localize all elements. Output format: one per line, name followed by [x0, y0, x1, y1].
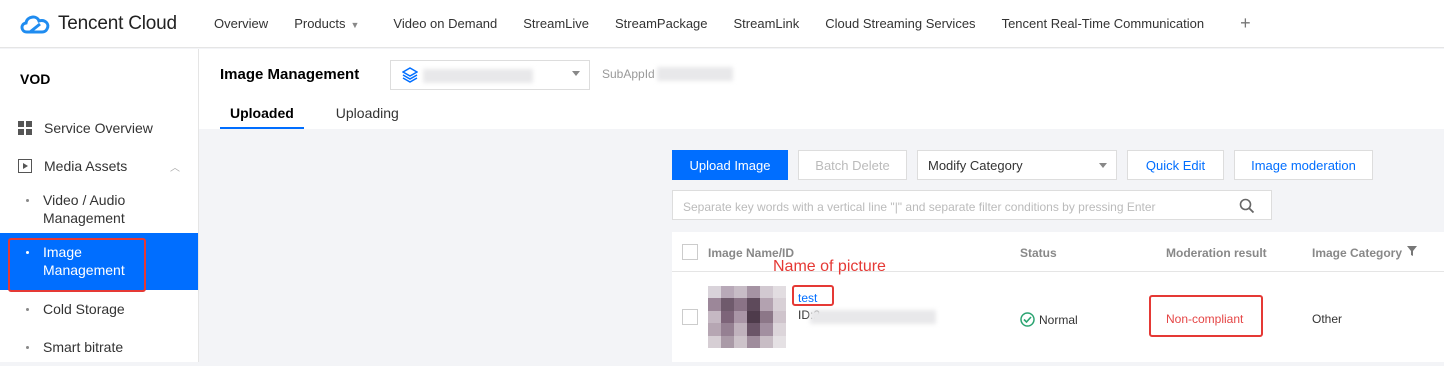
annotation-name-of-picture: Name of picture: [773, 258, 886, 275]
sidebar-item-label: Service Overview: [44, 120, 153, 136]
check-circle-icon: [1020, 312, 1035, 327]
sidebar-subitem-label: Smart bitrate: [43, 339, 124, 355]
image-category: Other: [1312, 312, 1343, 326]
layers-icon: [402, 67, 418, 83]
sidebar-subitem-smart-bitrate[interactable]: Smart bitrate: [0, 328, 198, 366]
bullet-icon: [26, 346, 29, 349]
search-placeholder: Separate key words with a vertical line …: [683, 200, 1156, 214]
tab-uploading[interactable]: Uploading: [326, 105, 409, 129]
sidebar-subitem-label-2: Management: [43, 210, 125, 226]
blurred-image-id: [810, 310, 936, 324]
batch-delete-button[interactable]: Batch Delete: [798, 150, 907, 180]
caret-down-icon: [572, 71, 580, 76]
caret-down-icon: [1099, 163, 1107, 168]
nav-streamlink[interactable]: StreamLink: [734, 16, 800, 31]
column-header-status: Status: [1020, 246, 1057, 260]
nav-products[interactable]: Products ▼: [294, 16, 359, 31]
top-nav: Overview Products ▼ Video on Demand Strea…: [214, 13, 1251, 34]
column-header-moderation: Moderation result: [1166, 246, 1267, 260]
highlight-box-name: [792, 285, 834, 306]
blurred-subappid: [657, 67, 733, 81]
modify-category-select[interactable]: Modify Category: [917, 150, 1117, 180]
sidebar-title: VOD: [20, 71, 51, 87]
toolbar: Upload Image Batch Delete Modify Categor…: [672, 150, 1383, 180]
nav-streamlive[interactable]: StreamLive: [523, 16, 589, 31]
top-navigation-bar: Tencent Cloud Overview Products ▼ Video o…: [0, 0, 1444, 48]
sidebar-subitem-label: Cold Storage: [43, 301, 125, 317]
highlight-box-sidebar: [8, 238, 146, 292]
nav-overview[interactable]: Overview: [214, 16, 268, 31]
page-header: Image Management SubAppId Uploaded Uploa…: [199, 49, 1444, 129]
subappid-label: SubAppId: [602, 67, 655, 81]
sidebar-subitem-video-audio[interactable]: Video / Audio Management: [0, 185, 198, 226]
modify-category-label: Modify Category: [928, 158, 1023, 173]
nav-cloud-streaming-services[interactable]: Cloud Streaming Services: [825, 16, 975, 31]
app-select[interactable]: [390, 60, 590, 90]
cloud-logo-icon: [20, 15, 50, 33]
select-all-checkbox[interactable]: [682, 244, 698, 260]
filter-icon[interactable]: [1407, 246, 1417, 256]
nav-streampackage[interactable]: StreamPackage: [615, 16, 708, 31]
nav-video-on-demand[interactable]: Video on Demand: [393, 16, 497, 31]
chevron-up-icon: ︿: [170, 162, 180, 174]
sidebar-subitem-label: Video / Audio: [43, 192, 126, 208]
status-text: Normal: [1039, 312, 1078, 327]
image-thumbnail[interactable]: [708, 286, 786, 348]
sidebar: VOD Service Overview Media Assets ︿ Vide…: [0, 49, 199, 362]
play-box-icon: [18, 159, 32, 173]
sidebar-item-service-overview[interactable]: Service Overview: [0, 109, 198, 147]
search-icon[interactable]: [1239, 198, 1255, 214]
status-cell: Normal: [1020, 312, 1078, 327]
tencent-cloud-logo[interactable]: Tencent Cloud: [18, 12, 200, 36]
column-header-category: Image Category: [1312, 246, 1403, 260]
row-checkbox[interactable]: [682, 309, 698, 325]
brand-name: Tencent Cloud: [58, 12, 177, 34]
sidebar-item-media-assets[interactable]: Media Assets ︿: [0, 147, 198, 185]
highlight-box-moderation: [1149, 295, 1263, 337]
tab-uploaded[interactable]: Uploaded: [220, 105, 304, 129]
bullet-icon: [26, 199, 29, 202]
upload-image-button[interactable]: Upload Image: [672, 150, 788, 180]
grid-icon: [18, 121, 32, 135]
nav-products-label: Products: [294, 16, 346, 31]
image-table: Image Name/ID Status Moderation result I…: [672, 232, 1444, 362]
caret-down-icon: ▼: [350, 20, 360, 30]
sidebar-item-label: Media Assets: [44, 158, 128, 174]
tab-bar: Uploaded Uploading: [220, 105, 431, 129]
bullet-icon: [26, 308, 29, 311]
sidebar-subitem-cold-storage[interactable]: Cold Storage: [0, 290, 198, 328]
search-input[interactable]: Separate key words with a vertical line …: [672, 190, 1272, 220]
table-row: test ID:2 Normal Non-compliant Other: [672, 273, 1444, 362]
blurred-app-name: [423, 69, 533, 83]
plus-icon[interactable]: +: [1240, 13, 1251, 34]
quick-edit-button[interactable]: Quick Edit: [1127, 150, 1224, 180]
image-moderation-button[interactable]: Image moderation: [1234, 150, 1373, 180]
page-title: Image Management: [220, 66, 360, 83]
nav-trtc[interactable]: Tencent Real-Time Communication: [1002, 16, 1205, 31]
